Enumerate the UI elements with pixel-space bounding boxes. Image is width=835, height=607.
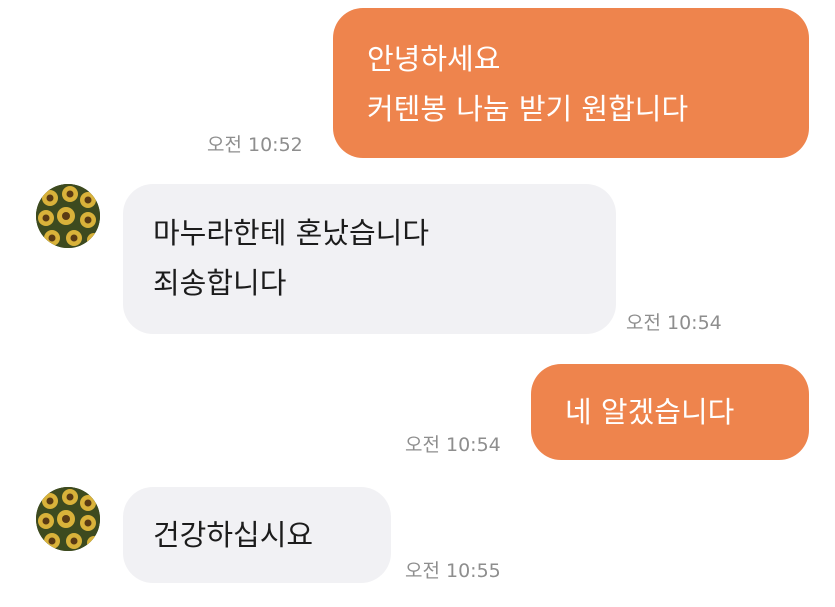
message-timestamp: 오전 10:54 bbox=[405, 434, 501, 456]
sunflower-avatar-icon[interactable] bbox=[36, 487, 100, 551]
message-timestamp: 오전 10:54 bbox=[626, 312, 722, 334]
message-text-line: 커텐봉 나눔 받기 원합니다 bbox=[367, 92, 689, 126]
sent-message-bubble[interactable]: 네 알겠습니다 bbox=[531, 364, 809, 460]
message-text-line: 마누라한테 혼났습니다 bbox=[153, 216, 430, 250]
sent-message-bubble[interactable]: 안녕하세요 커텐봉 나눔 받기 원합니다 bbox=[333, 8, 809, 158]
message-text-line: 죄송합니다 bbox=[153, 266, 287, 300]
message-timestamp: 오전 10:55 bbox=[405, 560, 501, 582]
received-message-bubble[interactable]: 건강하십시요 bbox=[123, 487, 391, 583]
received-message-bubble[interactable]: 마누라한테 혼났습니다 죄송합니다 bbox=[123, 184, 616, 334]
message-timestamp: 오전 10:52 bbox=[207, 134, 303, 156]
message-text-line: 건강하십시요 bbox=[153, 518, 314, 552]
sunflower-avatar-icon bbox=[36, 487, 100, 551]
message-text-line: 네 알겠습니다 bbox=[565, 395, 735, 429]
sunflower-avatar-icon bbox=[36, 184, 100, 248]
chat-thread: 안녕하세요 커텐봉 나눔 받기 원합니다 오전 10:52 마누라한테 혼났습니… bbox=[0, 0, 835, 607]
message-text-line: 안녕하세요 bbox=[367, 42, 501, 76]
sunflower-avatar-icon[interactable] bbox=[36, 184, 100, 248]
